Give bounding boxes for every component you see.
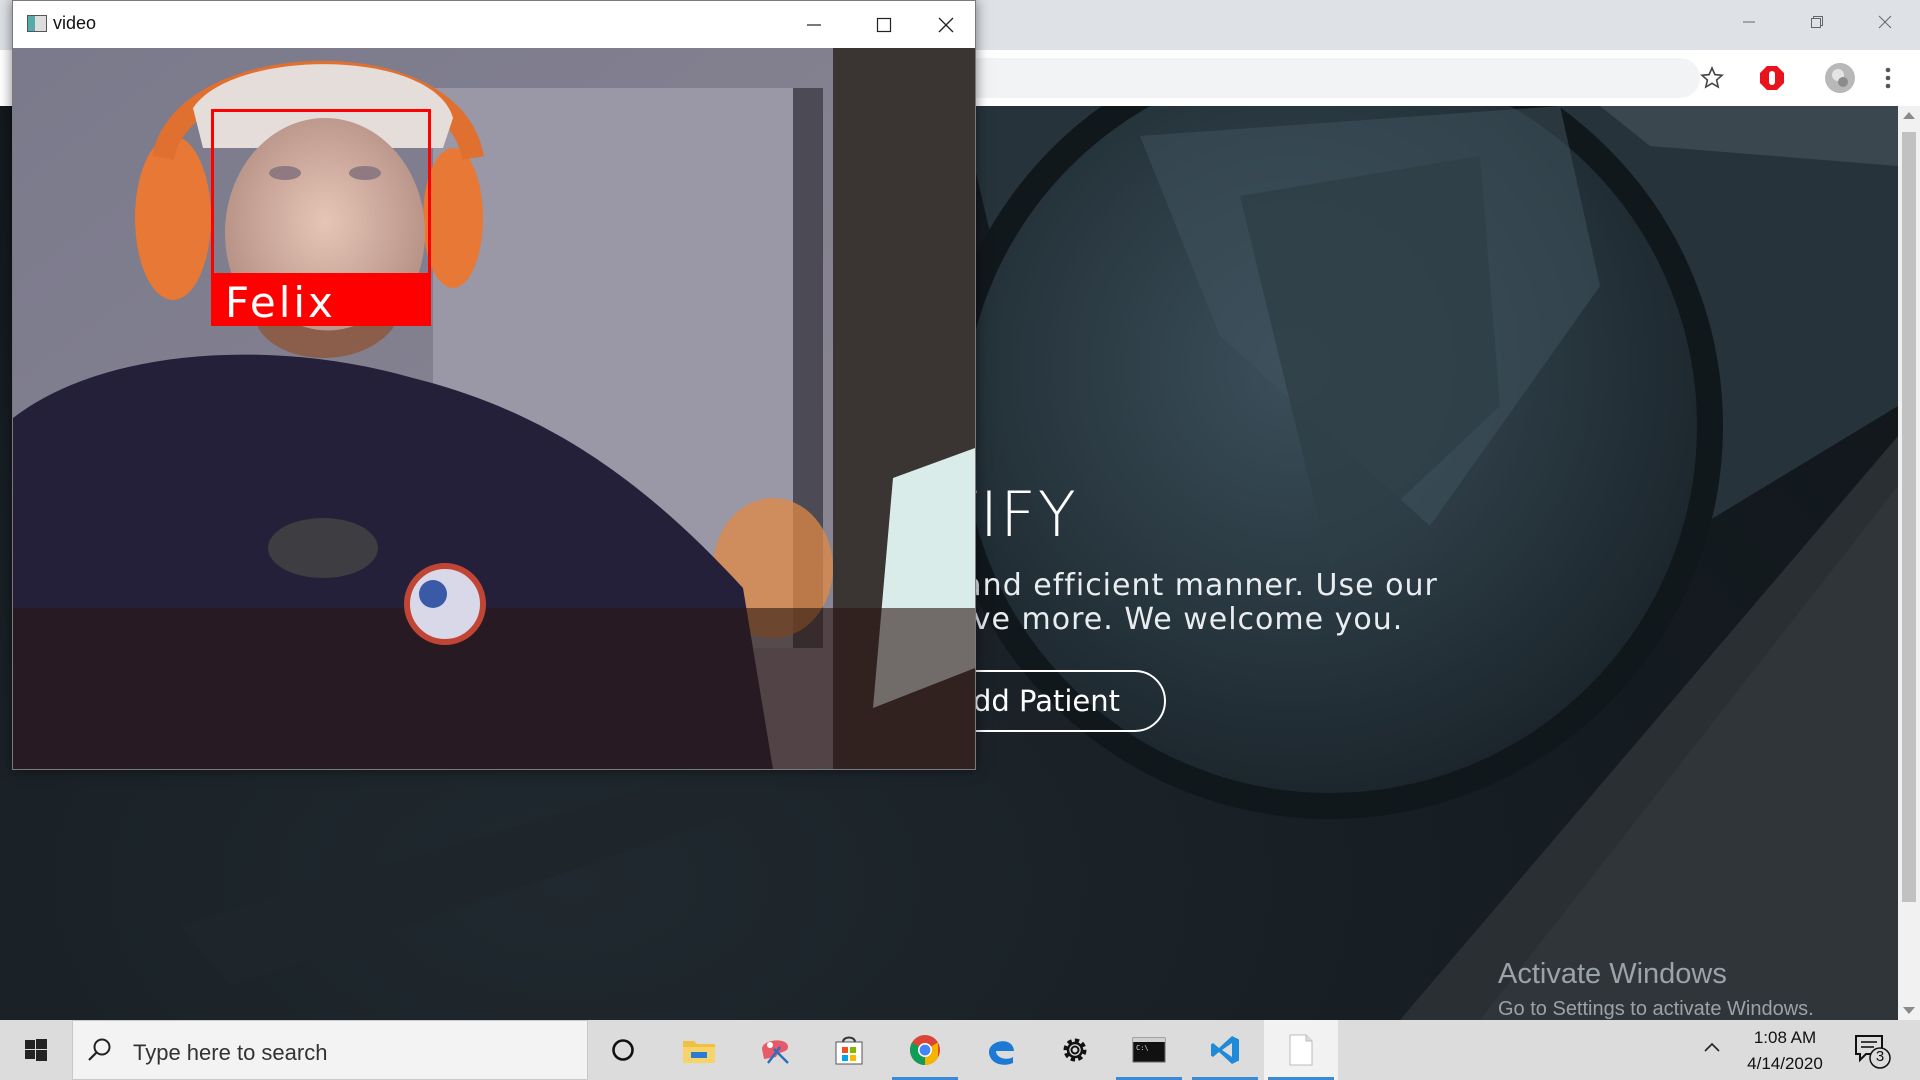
- video-window: video Felix: [12, 0, 976, 770]
- clock-date[interactable]: 4/14/2020: [1730, 1054, 1840, 1074]
- video-app-icon: [27, 15, 47, 32]
- activate-windows-title: Activate Windows: [1498, 958, 1727, 990]
- edge-icon[interactable]: [964, 1020, 1038, 1080]
- chrome-icon[interactable]: [888, 1020, 962, 1080]
- vscode-icon[interactable]: [1188, 1020, 1262, 1080]
- browser-minimize-button[interactable]: [1714, 0, 1784, 44]
- extension-stop-icon[interactable]: [1754, 60, 1790, 96]
- page-scrollbar[interactable]: [1898, 106, 1920, 1020]
- detected-name-text: Felix: [225, 278, 336, 327]
- browser-restore-button[interactable]: [1782, 0, 1852, 44]
- webcam-frame-image: [13, 48, 975, 769]
- scrollbar-thumb[interactable]: [1902, 132, 1916, 902]
- file-explorer-icon[interactable]: [662, 1020, 736, 1080]
- address-bar[interactable]: [960, 58, 1700, 98]
- cortana-icon[interactable]: [586, 1020, 660, 1080]
- show-hidden-icons-chevron-icon[interactable]: [1702, 1038, 1722, 1063]
- notification-count-badge: 3: [1875, 1048, 1885, 1065]
- browser-close-button[interactable]: [1850, 0, 1920, 44]
- search-icon: [88, 1038, 111, 1061]
- scroll-up-arrow-icon[interactable]: [1903, 112, 1915, 119]
- windows-logo-icon: [25, 1039, 47, 1061]
- search-placeholder: Type here to search: [133, 1040, 328, 1065]
- activate-windows-subtitle: Go to Settings to activate Windows.: [1498, 998, 1814, 1020]
- notepad-icon[interactable]: [1264, 1020, 1338, 1080]
- svg-text:C:\: C:\: [1136, 1044, 1149, 1052]
- hero-description-line-2: erve more. We welcome you.: [940, 602, 1404, 637]
- menu-kebab-icon[interactable]: [1870, 60, 1906, 96]
- video-close-button[interactable]: [919, 3, 973, 47]
- scroll-down-arrow-icon[interactable]: [1903, 1007, 1915, 1014]
- face-detection-box: [211, 109, 431, 276]
- taskbar: Type here to search C:\ 1:08 AM 4/14/202…: [0, 1020, 1920, 1080]
- video-titlebar[interactable]: video: [13, 1, 975, 48]
- snip-sketch-icon[interactable]: [738, 1020, 812, 1080]
- video-maximize-button[interactable]: [849, 3, 919, 47]
- bookmark-star-icon[interactable]: [1694, 60, 1730, 96]
- taskbar-search-box[interactable]: Type here to search: [72, 1020, 588, 1080]
- action-center-icon[interactable]: 3: [1852, 1032, 1892, 1070]
- store-icon[interactable]: [812, 1020, 886, 1080]
- video-minimize-button[interactable]: [779, 3, 849, 47]
- profile-avatar[interactable]: [1822, 60, 1858, 96]
- face-detection-label: Felix: [211, 274, 431, 327]
- start-button[interactable]: [0, 1020, 72, 1080]
- video-window-title: video: [53, 13, 97, 33]
- clock-time[interactable]: 1:08 AM: [1730, 1028, 1840, 1048]
- hero-description-line-1: t and efficient manner. Use our: [940, 568, 1438, 603]
- terminal-icon[interactable]: C:\: [1112, 1020, 1186, 1080]
- settings-icon[interactable]: [1038, 1020, 1112, 1080]
- webcam-feed: Felix: [13, 48, 975, 769]
